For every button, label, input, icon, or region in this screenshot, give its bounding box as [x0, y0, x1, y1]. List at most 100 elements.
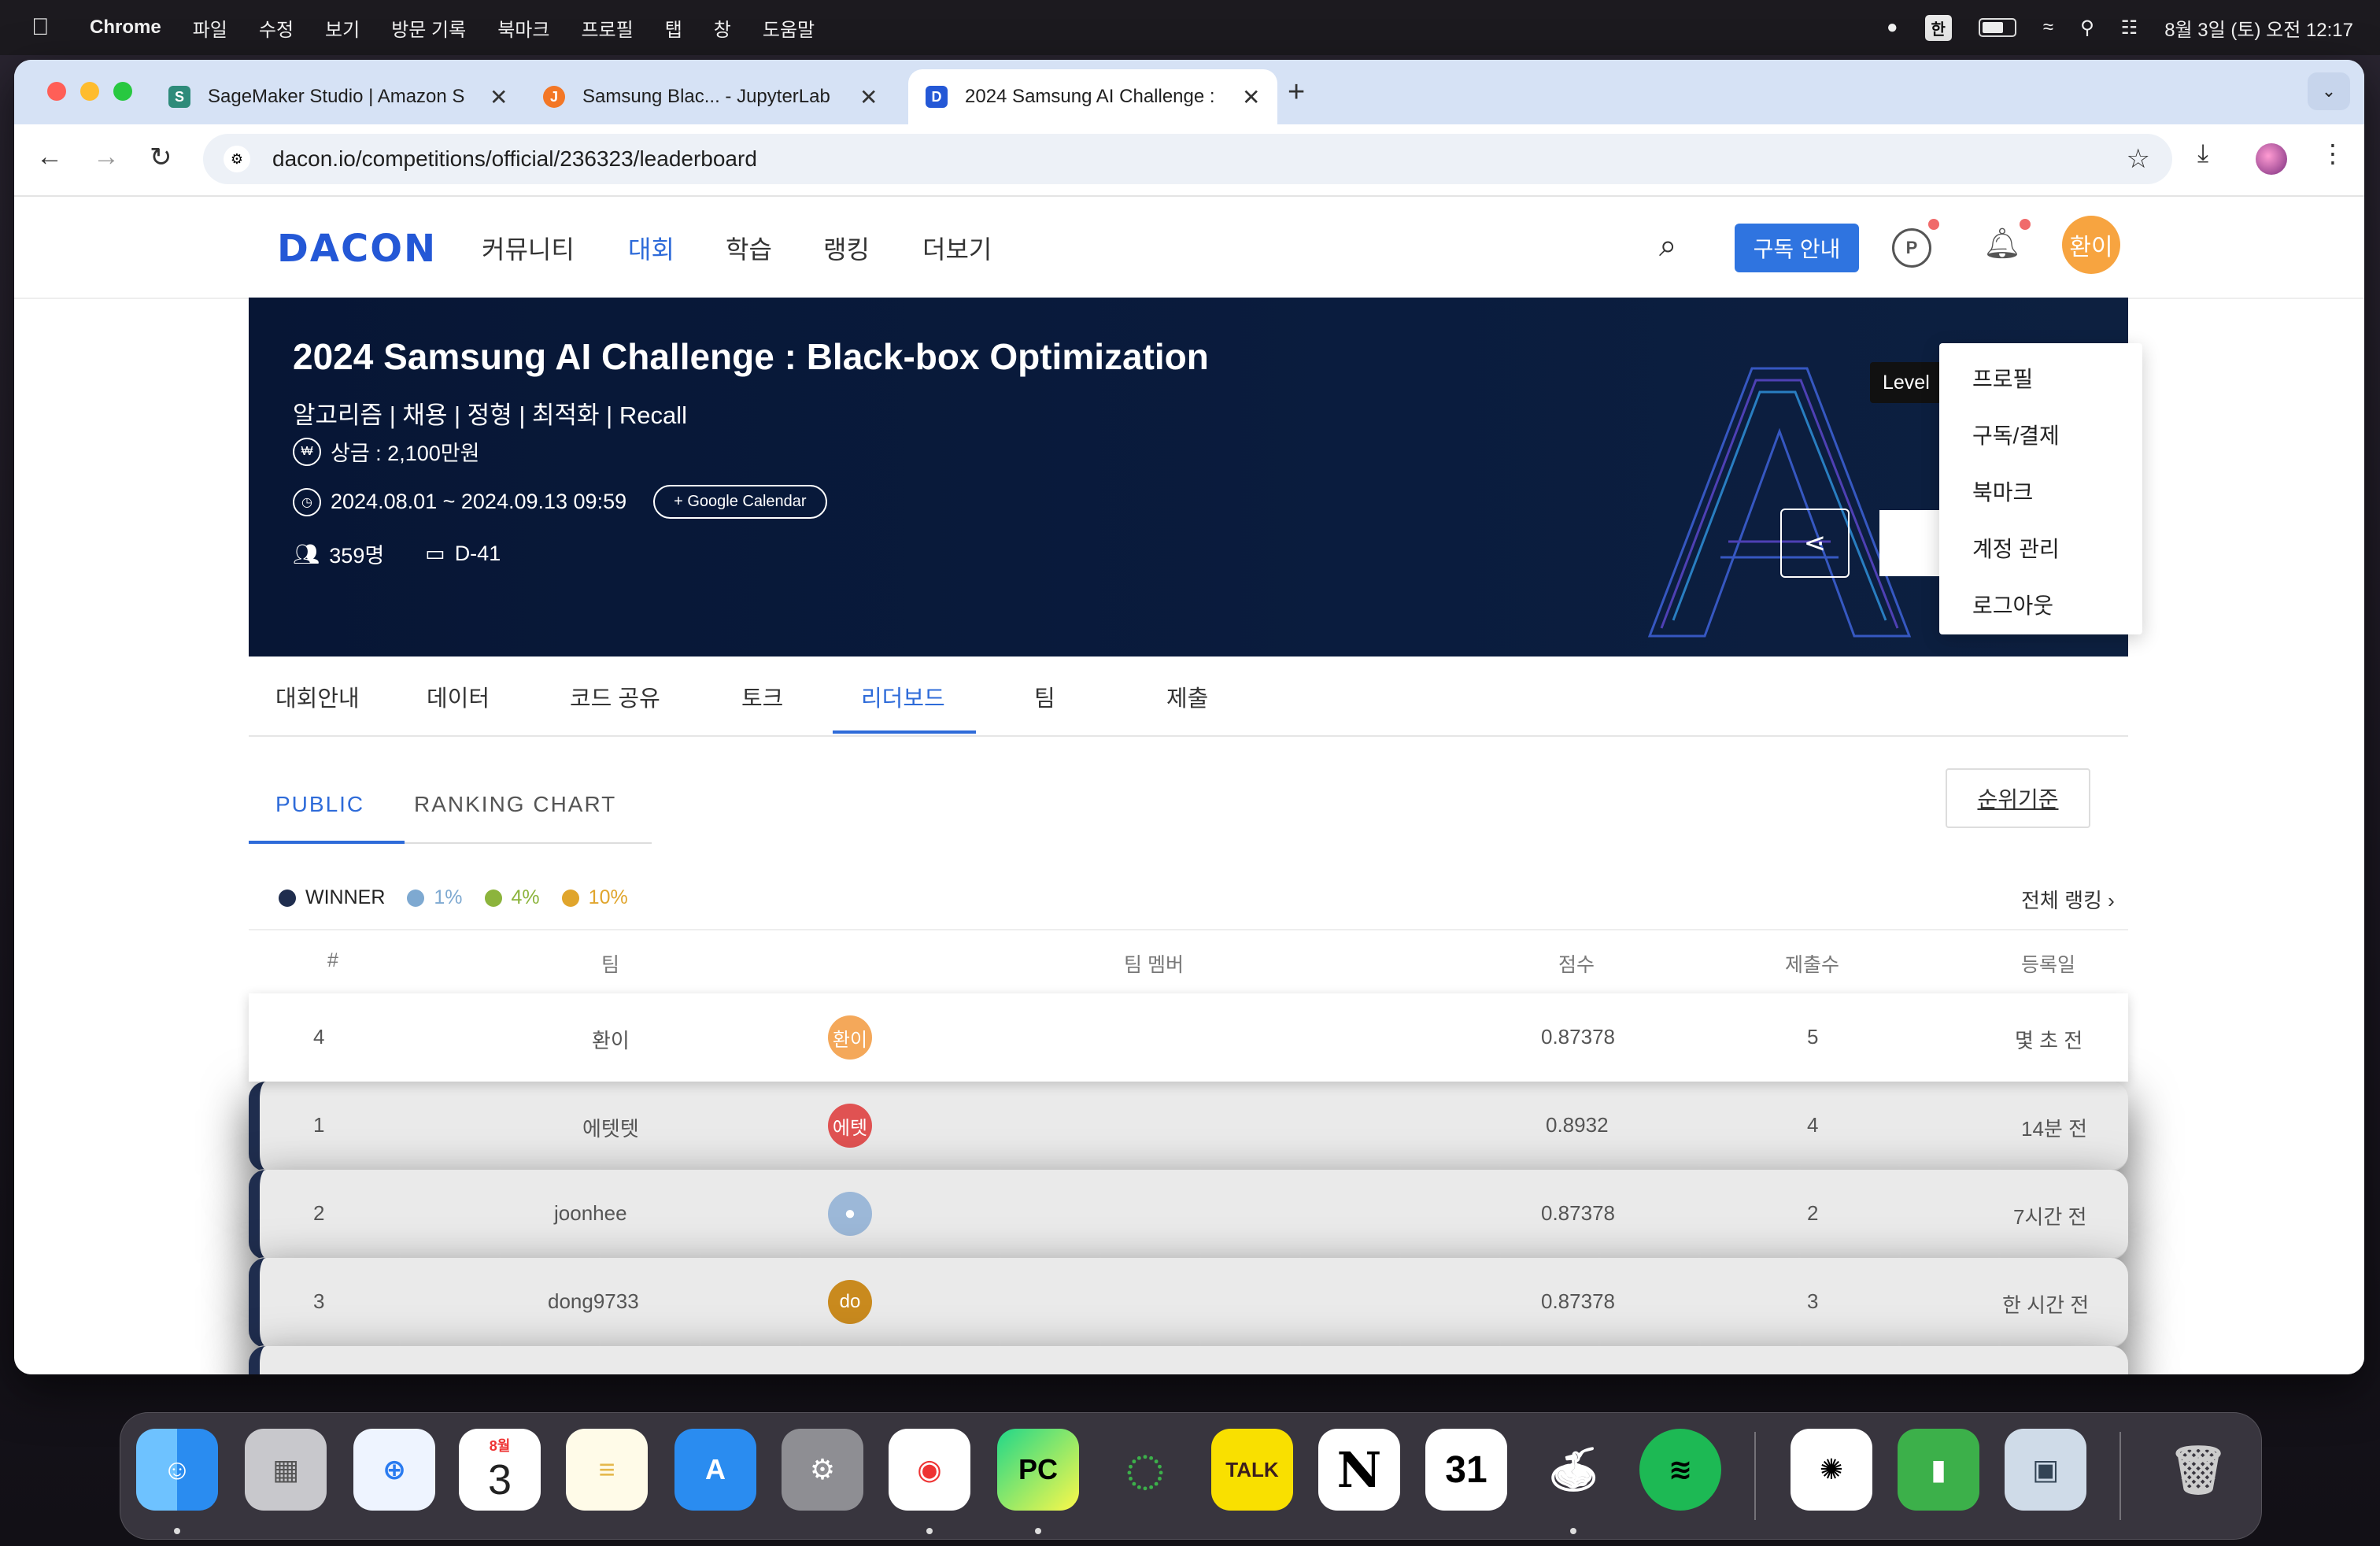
- minimize-window-button[interactable]: [80, 82, 99, 101]
- dropdown-subscription[interactable]: 구독/결제: [1972, 419, 2060, 450]
- menu-profile[interactable]: 프로필: [581, 14, 633, 42]
- progress-ring-app-icon[interactable]: ◌: [1104, 1429, 1186, 1511]
- apple-icon[interactable]: : [31, 14, 66, 41]
- table-row[interactable]: 2 joonhee ● 0.87378 2 7시간 전: [249, 1170, 2128, 1259]
- forward-icon[interactable]: →: [93, 142, 120, 172]
- tab-search-button[interactable]: ⌄: [2308, 72, 2350, 110]
- menu-history[interactable]: 방문 기록: [391, 14, 466, 42]
- profile-avatar[interactable]: [2256, 143, 2287, 175]
- menu-clock[interactable]: 8월 3일 (토) 오전 12:17: [2164, 14, 2353, 42]
- dropdown-bookmarks[interactable]: 북마크: [1972, 475, 2033, 507]
- cell-date: 14분 전: [2021, 1117, 2087, 1141]
- default-avatar-icon[interactable]: ●: [828, 1192, 872, 1236]
- menu-file[interactable]: 파일: [193, 14, 227, 42]
- tab-leaderboard[interactable]: 리더보드: [861, 680, 945, 713]
- system-settings-icon[interactable]: ⚙: [782, 1429, 863, 1511]
- tab-code-share[interactable]: 코드 공유: [570, 680, 660, 713]
- subtab-ranking-chart[interactable]: RANKING CHART: [414, 792, 616, 817]
- tab-jupyterlab[interactable]: J Samsung Blac... - JupyterLab ✕: [543, 69, 878, 124]
- menu-window[interactable]: 창: [714, 14, 731, 42]
- rank-criteria-button[interactable]: 순위기준: [1946, 768, 2090, 828]
- table-row[interactable]: 1 에텟텟 에텟 0.8932 4 14분 전: [249, 1082, 2128, 1171]
- menu-tab[interactable]: 탭: [665, 14, 682, 42]
- nav-competitions[interactable]: 대회: [628, 230, 674, 266]
- tab-sagemaker[interactable]: S SageMaker Studio | Amazon S ✕: [168, 69, 508, 124]
- search-icon[interactable]: ⌕: [1659, 228, 1676, 264]
- menu-view[interactable]: 보기: [325, 14, 360, 42]
- notion-icon[interactable]: N: [1318, 1429, 1400, 1511]
- dropdown-logout[interactable]: 로그아웃: [1972, 589, 2053, 620]
- pasta-app-icon[interactable]: 🍝︎: [1532, 1429, 1614, 1511]
- point-icon[interactable]: P: [1892, 228, 1931, 268]
- tab-team[interactable]: 팀: [1034, 680, 1055, 713]
- nav-more[interactable]: 더보기: [922, 230, 992, 266]
- dropdown-account[interactable]: 계정 관리: [1972, 532, 2060, 564]
- nav-ranking[interactable]: 랭킹: [823, 230, 870, 266]
- member-avatar[interactable]: 환이: [828, 1015, 872, 1060]
- menu-help[interactable]: 도움말: [763, 14, 815, 42]
- close-window-button[interactable]: [47, 82, 66, 101]
- menu-app-name[interactable]: Chrome: [90, 17, 161, 39]
- numbers-icon[interactable]: ▮: [1898, 1429, 1979, 1511]
- tab-talk[interactable]: 토크: [741, 680, 783, 713]
- chrome-icon[interactable]: ◉: [889, 1429, 970, 1511]
- close-tab-icon[interactable]: ✕: [490, 84, 508, 110]
- close-tab-icon[interactable]: ✕: [859, 84, 878, 110]
- subscribe-button[interactable]: 구독 안내: [1735, 224, 1859, 272]
- spotlight-icon[interactable]: ⚲: [2080, 17, 2094, 39]
- dacon-logo[interactable]: DACON: [277, 227, 437, 271]
- member-avatar[interactable]: 에텟: [828, 1104, 872, 1148]
- subtab-public[interactable]: PUBLIC: [275, 792, 364, 817]
- dropdown-profile[interactable]: 프로필: [1972, 362, 2033, 394]
- safari-icon[interactable]: ⊕: [353, 1429, 435, 1511]
- chrome-menu-icon[interactable]: ⋮: [2320, 139, 2345, 168]
- site-info-icon[interactable]: ⚙: [224, 146, 250, 172]
- menu-edit[interactable]: 수정: [259, 14, 294, 42]
- zoom-window-button[interactable]: [113, 82, 132, 101]
- menu-bookmarks[interactable]: 북마크: [497, 14, 549, 42]
- input-source-indicator[interactable]: 한: [1924, 14, 1952, 41]
- launchpad-icon[interactable]: ▦: [245, 1429, 327, 1511]
- tab-overview[interactable]: 대회안내: [275, 680, 360, 713]
- new-tab-button[interactable]: +: [1288, 76, 1305, 109]
- nav-learning[interactable]: 학습: [726, 230, 772, 266]
- period-row: ◷ 2024.08.01 ~ 2024.09.13 09:59 + Google…: [293, 485, 827, 519]
- download-icon[interactable]: ⤓: [2197, 139, 2208, 168]
- close-tab-icon[interactable]: ✕: [1242, 84, 1260, 110]
- table-row-partial[interactable]: [249, 1346, 2128, 1374]
- reload-icon[interactable]: ↻: [150, 142, 172, 173]
- notes-icon[interactable]: ≡: [566, 1429, 648, 1511]
- control-center-icon[interactable]: ☷: [2121, 17, 2138, 39]
- bookmark-star-icon[interactable]: ☆: [2127, 143, 2150, 175]
- tab-data[interactable]: 데이터: [427, 680, 490, 713]
- tab-dacon-active[interactable]: D 2024 Samsung AI Challenge : ✕: [908, 69, 1278, 124]
- user-avatar[interactable]: 환이: [2062, 216, 2120, 274]
- wifi-icon[interactable]: ≈: [2043, 17, 2053, 39]
- preview-icon[interactable]: ▣: [2005, 1429, 2086, 1511]
- nav-community[interactable]: 커뮤니티: [482, 230, 575, 266]
- kakaotalk-icon[interactable]: TALK: [1211, 1429, 1293, 1511]
- trash-icon[interactable]: 🗑︎: [2157, 1429, 2239, 1511]
- url-text[interactable]: dacon.io/competitions/official/236323/le…: [272, 146, 757, 172]
- spotify-icon[interactable]: ≋: [1639, 1429, 1721, 1511]
- app-store-icon[interactable]: A: [674, 1429, 756, 1511]
- battery-icon[interactable]: [1978, 18, 2016, 37]
- notion-calendar-icon[interactable]: 31: [1425, 1429, 1507, 1511]
- finder-icon[interactable]: ☺: [136, 1429, 218, 1511]
- back-icon[interactable]: ←: [36, 142, 63, 172]
- chatgpt-icon[interactable]: ✺: [1791, 1429, 1872, 1511]
- share-button[interactable]: ⋖: [1780, 509, 1850, 578]
- pycharm-icon[interactable]: PC: [997, 1429, 1079, 1511]
- all-ranking-link[interactable]: 전체 랭킹 ›: [2021, 885, 2115, 914]
- dacon-favicon-icon: D: [926, 86, 948, 108]
- calendar-app-icon[interactable]: 8월 3: [459, 1429, 541, 1511]
- tab-submit[interactable]: 제출: [1166, 680, 1208, 713]
- status-app-icon[interactable]: ●: [1887, 17, 1898, 39]
- bell-icon[interactable]: 🔔︎: [1983, 227, 2021, 261]
- table-row-my-team[interactable]: 4 환이 환이 0.87378 5 몇 초 전: [249, 993, 2128, 1082]
- member-avatar[interactable]: do: [828, 1280, 872, 1324]
- address-bar[interactable]: ⚙ dacon.io/competitions/official/236323/…: [203, 134, 2172, 184]
- period-text: 2024.08.01 ~ 2024.09.13 09:59: [331, 490, 627, 513]
- table-row[interactable]: 3 dong9733 do 0.87378 3 한 시간 전: [249, 1258, 2128, 1348]
- google-calendar-button[interactable]: + Google Calendar: [653, 485, 827, 519]
